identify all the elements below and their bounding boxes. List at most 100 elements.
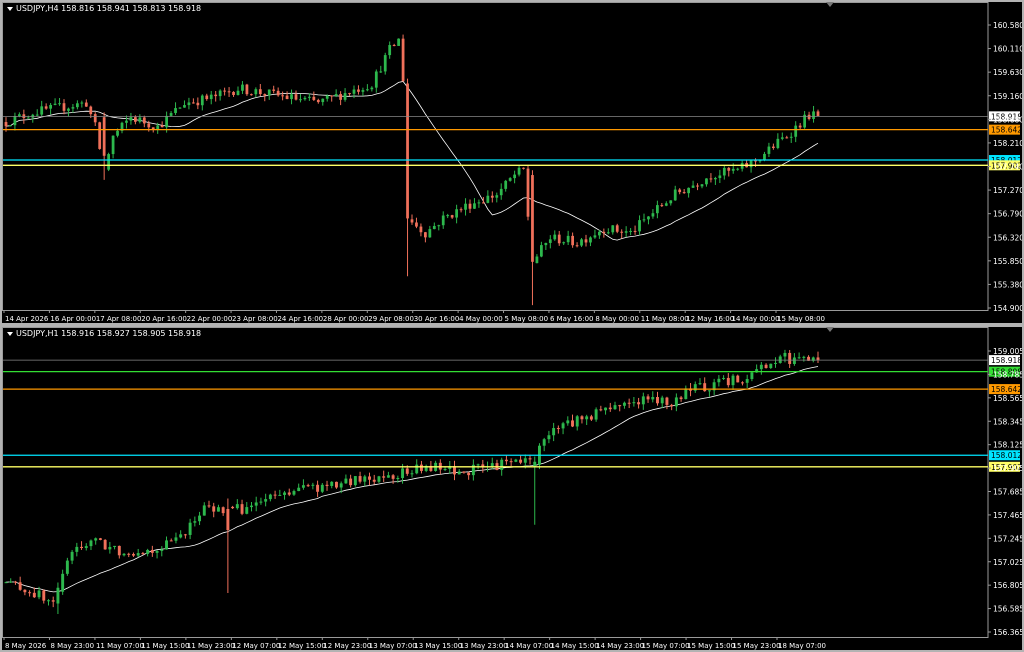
x-tick-label: 15 May 08:00 [777, 315, 825, 323]
candle-body [363, 476, 367, 482]
x-tick-label: 14 May 23:00 [596, 642, 644, 650]
candle-body [682, 192, 686, 194]
h4-chart-title: USDJPY,H4 158.816 158.941 158.813 158.91… [7, 4, 201, 13]
candle-body [250, 505, 253, 508]
candle-body [4, 582, 8, 584]
candle-body [714, 178, 717, 180]
x-tick-label: 12 May 07:00 [232, 642, 280, 650]
candle-body [146, 549, 150, 554]
candle-body [606, 232, 610, 234]
dropdown-arrow-icon[interactable] [7, 6, 13, 11]
candle-body [562, 242, 566, 244]
candle-body [192, 102, 195, 104]
y-tick-label: 156.790 [993, 210, 1022, 219]
candle-body [290, 94, 293, 100]
candle-body [647, 216, 650, 220]
candle-body [401, 468, 405, 478]
candle-body [504, 459, 508, 462]
candle-body [160, 125, 164, 128]
candle-body [312, 96, 316, 100]
h1-chart[interactable]: 158.808158.642158.012157.902158.918159.0… [2, 327, 1022, 650]
candle-body [334, 94, 338, 96]
y-tick-label: 155.850 [993, 257, 1022, 266]
candle-body [71, 107, 75, 109]
candle-body [35, 114, 39, 116]
candle-body [727, 167, 731, 171]
candle-body [209, 94, 213, 100]
candle-body [477, 202, 481, 204]
candle-body [268, 494, 272, 500]
candle-body [797, 357, 801, 359]
candle-body [632, 402, 636, 404]
candle-body [767, 146, 771, 154]
candle-body [397, 38, 400, 46]
candle-body [272, 89, 276, 91]
candle-body [49, 104, 52, 109]
candle-body [250, 94, 253, 96]
candle-body [125, 120, 128, 123]
candle-body [122, 553, 126, 556]
candle-body [580, 239, 583, 246]
h1-chart-pane[interactable]: 158.808 158.642 158.012 157.902 158.918 159.0… [2, 327, 1022, 650]
level-label: 158.642 [991, 126, 1022, 135]
dropdown-arrow-icon[interactable] [7, 331, 13, 336]
shift-marker-icon[interactable] [826, 2, 834, 7]
candle-body [660, 205, 664, 207]
candle-body [198, 515, 202, 522]
candle-body [656, 205, 659, 214]
candle-body [311, 484, 315, 486]
candle-body [301, 485, 305, 488]
plot-frame [2, 2, 989, 311]
candle-body [374, 71, 378, 88]
candle-body [517, 167, 521, 175]
candle-body [9, 581, 13, 583]
candle-body [482, 202, 485, 204]
x-tick-label: 16 Apr 00:00 [50, 315, 96, 323]
candle-body [638, 220, 641, 232]
h4-chart-pane[interactable]: 158.642158.012157.902158.918160.580160.1… [2, 2, 1022, 323]
candle-body [678, 189, 682, 193]
candle-body [419, 226, 423, 233]
candle-body [540, 245, 543, 257]
y-tick-label: 156.320 [993, 233, 1022, 242]
candle-body [134, 117, 137, 122]
candle-body [102, 117, 106, 156]
x-tick-label: 8 May 2026 [5, 642, 47, 650]
candle-body [183, 534, 187, 536]
candle-body [703, 383, 707, 392]
candle-body [432, 225, 436, 230]
candle-body [382, 476, 386, 478]
candle-body [76, 103, 79, 108]
candle-body [40, 106, 44, 115]
candle-body [258, 89, 262, 95]
candle-body [615, 225, 619, 232]
candle-body [231, 506, 235, 509]
shift-marker-icon[interactable] [826, 327, 834, 332]
candle-body [343, 93, 347, 100]
y-tick-label: 158.125 [993, 441, 1022, 450]
candle-body [26, 117, 30, 119]
candle-body [372, 479, 376, 482]
candle-body [56, 587, 60, 604]
candle-body [651, 396, 655, 400]
candle-body [674, 397, 678, 407]
candle-body [508, 178, 512, 181]
candle-body [673, 189, 677, 201]
candle-body [611, 225, 615, 233]
candle-body [802, 356, 806, 358]
candle-body [593, 235, 597, 238]
candle-body [759, 364, 763, 370]
candle-body [84, 546, 88, 549]
candle-body [700, 184, 704, 187]
x-tick-label: 12 May 15:00 [278, 642, 326, 650]
candle-body [178, 107, 182, 109]
candle-body [183, 105, 186, 108]
candle-body [523, 458, 527, 463]
candle-body [646, 396, 650, 400]
candle-body [98, 538, 102, 540]
candle-body [406, 83, 409, 219]
h4-chart[interactable]: 158.642158.012157.902158.918160.580160.1… [2, 2, 1022, 323]
candle-body [571, 235, 574, 246]
candle-body [297, 487, 301, 492]
candle-body [584, 239, 588, 243]
